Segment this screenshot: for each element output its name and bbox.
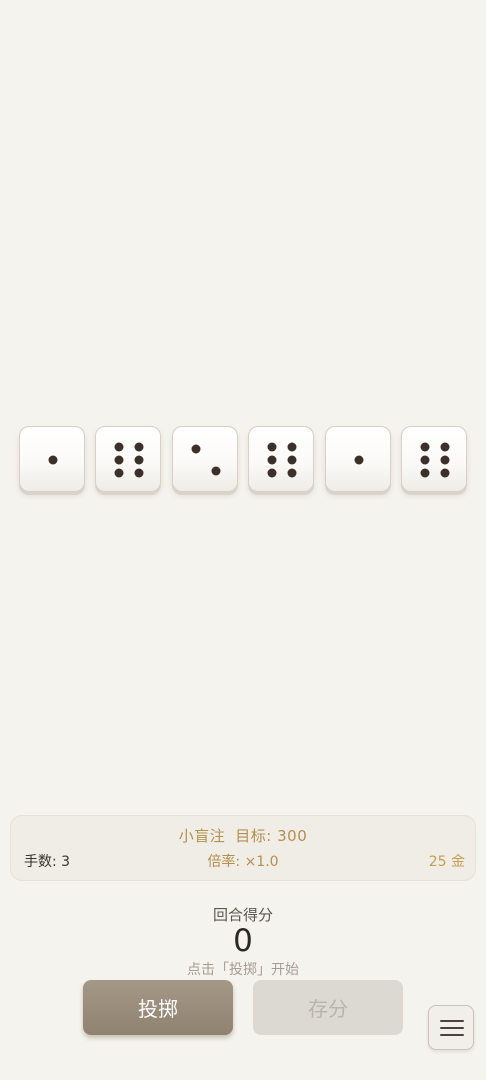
info-panel: 小盲注 目标: 300 手数: 3 倍率: ×1.0 25 金 bbox=[10, 815, 476, 881]
die-pip bbox=[440, 468, 450, 478]
die-3[interactable] bbox=[171, 426, 238, 492]
die-pip bbox=[287, 468, 297, 478]
die-6[interactable] bbox=[400, 426, 467, 492]
die-pip bbox=[211, 466, 221, 476]
hint-text: 点击「投掷」开始 bbox=[187, 962, 299, 978]
die-pip bbox=[354, 455, 364, 465]
dice-tray bbox=[19, 426, 467, 494]
die-1[interactable] bbox=[19, 426, 85, 492]
blind-info: 小盲注 目标: 300 bbox=[11, 825, 475, 846]
die-2[interactable] bbox=[95, 426, 162, 492]
multiplier: 倍率: ×1.0 bbox=[207, 854, 279, 870]
die-pip bbox=[440, 442, 450, 452]
target-score: 目标: 300 bbox=[235, 827, 308, 845]
die-pip bbox=[114, 468, 124, 478]
die-pip bbox=[134, 455, 144, 465]
die-pip bbox=[420, 442, 430, 452]
die-pip bbox=[267, 468, 277, 478]
die-4[interactable] bbox=[248, 426, 315, 492]
die-pip bbox=[267, 455, 277, 465]
die-pip bbox=[114, 442, 124, 452]
die-pip bbox=[48, 455, 58, 465]
die-pip bbox=[287, 442, 297, 452]
die-pip bbox=[440, 455, 450, 465]
die-pip bbox=[267, 442, 277, 452]
die-pip bbox=[191, 444, 201, 454]
die-pip bbox=[114, 455, 124, 465]
die-pip bbox=[287, 455, 297, 465]
blind-name: 小盲注 bbox=[178, 827, 226, 845]
die-pip bbox=[420, 455, 430, 465]
die-pip bbox=[134, 468, 144, 478]
roll-button[interactable]: 投掷 bbox=[83, 980, 233, 1035]
round-score-label: 回合得分 bbox=[212, 906, 273, 924]
round-score-value: 0 bbox=[233, 923, 253, 959]
gold-amount: 25 金 bbox=[428, 854, 465, 870]
die-pip bbox=[420, 468, 430, 478]
die-5[interactable] bbox=[324, 426, 391, 492]
menu-button[interactable] bbox=[428, 1005, 474, 1050]
die-pip bbox=[134, 442, 144, 452]
save-score-button[interactable]: 存分 bbox=[253, 980, 403, 1035]
